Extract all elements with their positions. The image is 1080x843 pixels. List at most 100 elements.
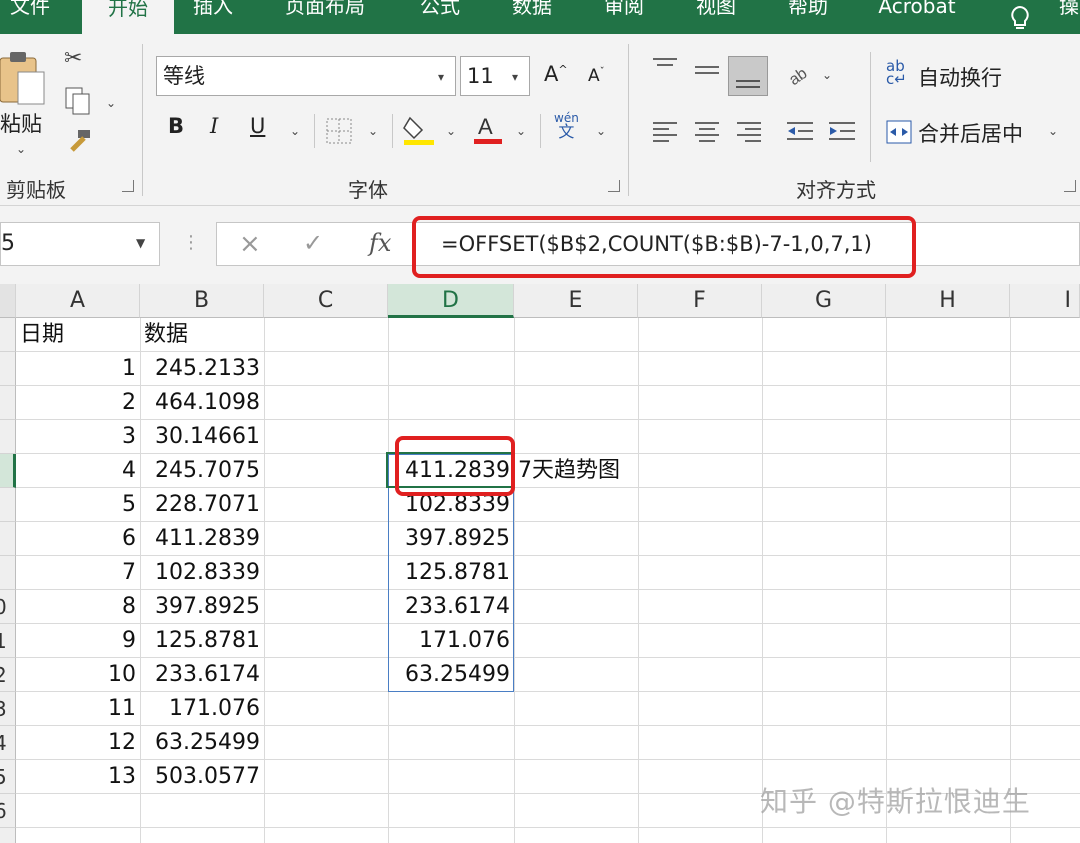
- row-header[interactable]: [0, 420, 16, 454]
- row-header[interactable]: 6: [0, 794, 16, 828]
- tab-home[interactable]: 开始: [82, 0, 174, 34]
- copy-dropdown-icon[interactable]: ⌄: [106, 96, 116, 110]
- cell-a[interactable]: 4: [16, 454, 140, 488]
- chevron-down-icon[interactable]: ⌄: [516, 124, 526, 138]
- bold-button[interactable]: B: [168, 114, 184, 138]
- cell-a[interactable]: 12: [16, 726, 140, 760]
- merge-center-button[interactable]: 合并后居中: [918, 118, 1023, 148]
- row-header[interactable]: [0, 318, 16, 352]
- column-header-c[interactable]: C: [264, 284, 388, 318]
- underline-button[interactable]: U: [250, 114, 265, 138]
- tab-help[interactable]: 帮助: [772, 0, 844, 34]
- increase-indent-icon[interactable]: [828, 120, 856, 148]
- column-header-g[interactable]: G: [762, 284, 886, 318]
- row-header[interactable]: 0: [0, 590, 16, 624]
- border-icon[interactable]: [326, 118, 352, 150]
- cell-a[interactable]: 8: [16, 590, 140, 624]
- cell-a[interactable]: 11: [16, 692, 140, 726]
- tab-file[interactable]: 文件: [0, 0, 60, 34]
- alignment-launcher-icon[interactable]: [1064, 180, 1076, 192]
- row-header[interactable]: [0, 522, 16, 556]
- cell-b[interactable]: 411.2839: [140, 522, 264, 556]
- format-painter-icon[interactable]: [64, 128, 92, 160]
- column-header-a[interactable]: A: [16, 284, 140, 318]
- cell-b[interactable]: 171.076: [140, 692, 264, 726]
- decrease-indent-icon[interactable]: [786, 120, 814, 148]
- decrease-font-icon[interactable]: Aˇ: [588, 66, 605, 86]
- column-header-h[interactable]: H: [886, 284, 1010, 318]
- tab-page-layout[interactable]: 页面布局: [270, 0, 380, 34]
- cell-a[interactable]: 13: [16, 760, 140, 794]
- italic-button[interactable]: I: [210, 114, 218, 138]
- row-header[interactable]: 4: [0, 726, 16, 760]
- cell-b1[interactable]: 数据: [144, 318, 188, 352]
- orientation-icon[interactable]: ab: [786, 60, 814, 94]
- column-header-i[interactable]: I: [1010, 284, 1080, 318]
- merge-center-icon[interactable]: [886, 120, 912, 150]
- cell-b[interactable]: 233.6174: [140, 658, 264, 692]
- font-size-select[interactable]: 11: [460, 56, 530, 96]
- chevron-down-icon[interactable]: ⌄: [446, 124, 456, 138]
- tab-data[interactable]: 数据: [496, 0, 568, 34]
- cell-b[interactable]: 503.0577: [140, 760, 264, 794]
- row-header[interactable]: [0, 556, 16, 590]
- cell-b[interactable]: 125.8781: [140, 624, 264, 658]
- enter-icon[interactable]: ✓: [303, 229, 323, 257]
- cell-b[interactable]: 228.7071: [140, 488, 264, 522]
- wrap-text-icon[interactable]: ab c↵: [886, 59, 907, 87]
- chevron-down-icon[interactable]: ⌄: [822, 68, 832, 82]
- chevron-down-icon[interactable]: ▼: [136, 236, 145, 250]
- cell-b[interactable]: 464.1098: [140, 386, 264, 420]
- paste-icon[interactable]: [0, 48, 48, 108]
- chevron-down-icon[interactable]: ⌄: [596, 124, 606, 138]
- font-family-select[interactable]: 等线: [156, 56, 456, 96]
- row-header[interactable]: 5: [0, 760, 16, 794]
- tab-acrobat[interactable]: Acrobat: [864, 0, 970, 34]
- cell-b[interactable]: 245.7075: [140, 454, 264, 488]
- tab-tell-me[interactable]: 操: [1054, 0, 1080, 34]
- column-header-e[interactable]: E: [514, 284, 638, 318]
- cell-a[interactable]: 9: [16, 624, 140, 658]
- chevron-down-icon[interactable]: ⌄: [1048, 124, 1058, 138]
- cell-a[interactable]: 6: [16, 522, 140, 556]
- tab-formulas[interactable]: 公式: [404, 0, 476, 34]
- cell-a[interactable]: 10: [16, 658, 140, 692]
- insert-function-icon[interactable]: fx: [369, 229, 391, 257]
- align-center-icon[interactable]: [694, 120, 720, 148]
- worksheet-grid[interactable]: A B C D E F G H I 0123456 日期 数据 1245.213…: [0, 284, 1080, 843]
- tab-review[interactable]: 审阅: [588, 0, 660, 34]
- clipboard-launcher-icon[interactable]: [122, 180, 134, 192]
- wrap-text-button[interactable]: 自动换行: [918, 62, 1002, 92]
- cell-b[interactable]: 30.14661: [140, 420, 264, 454]
- column-header-f[interactable]: F: [638, 284, 762, 318]
- increase-font-icon[interactable]: A^: [544, 62, 568, 86]
- align-right-icon[interactable]: [736, 120, 762, 148]
- cell-a1[interactable]: 日期: [20, 318, 64, 352]
- cell-b[interactable]: 397.8925: [140, 590, 264, 624]
- cell-a[interactable]: 5: [16, 488, 140, 522]
- tab-view[interactable]: 视图: [680, 0, 752, 34]
- row-header[interactable]: 2: [0, 658, 16, 692]
- phonetic-icon[interactable]: wén 文: [554, 112, 579, 140]
- align-left-icon[interactable]: [652, 120, 678, 148]
- select-all-corner[interactable]: [0, 284, 16, 318]
- cell-b[interactable]: 102.8339: [140, 556, 264, 590]
- cell-a[interactable]: 3: [16, 420, 140, 454]
- fill-color-icon[interactable]: [402, 114, 434, 152]
- cell-a[interactable]: 2: [16, 386, 140, 420]
- paste-label[interactable]: 粘贴: [0, 108, 42, 138]
- paste-dropdown-icon[interactable]: ⌄: [16, 142, 26, 156]
- row-header[interactable]: 3: [0, 692, 16, 726]
- align-middle-icon[interactable]: [694, 60, 720, 86]
- font-color-icon[interactable]: A: [472, 112, 504, 152]
- row-header[interactable]: [0, 828, 16, 843]
- chevron-down-icon[interactable]: ⌄: [290, 124, 300, 138]
- cut-icon[interactable]: ✂: [64, 46, 82, 71]
- cell-a[interactable]: 7: [16, 556, 140, 590]
- cancel-icon[interactable]: ×: [239, 229, 261, 259]
- copy-icon[interactable]: [64, 86, 92, 122]
- lightbulb-icon[interactable]: [1000, 0, 1040, 34]
- row-header[interactable]: [0, 454, 16, 488]
- row-header[interactable]: [0, 352, 16, 386]
- align-bottom-icon[interactable]: [728, 56, 768, 96]
